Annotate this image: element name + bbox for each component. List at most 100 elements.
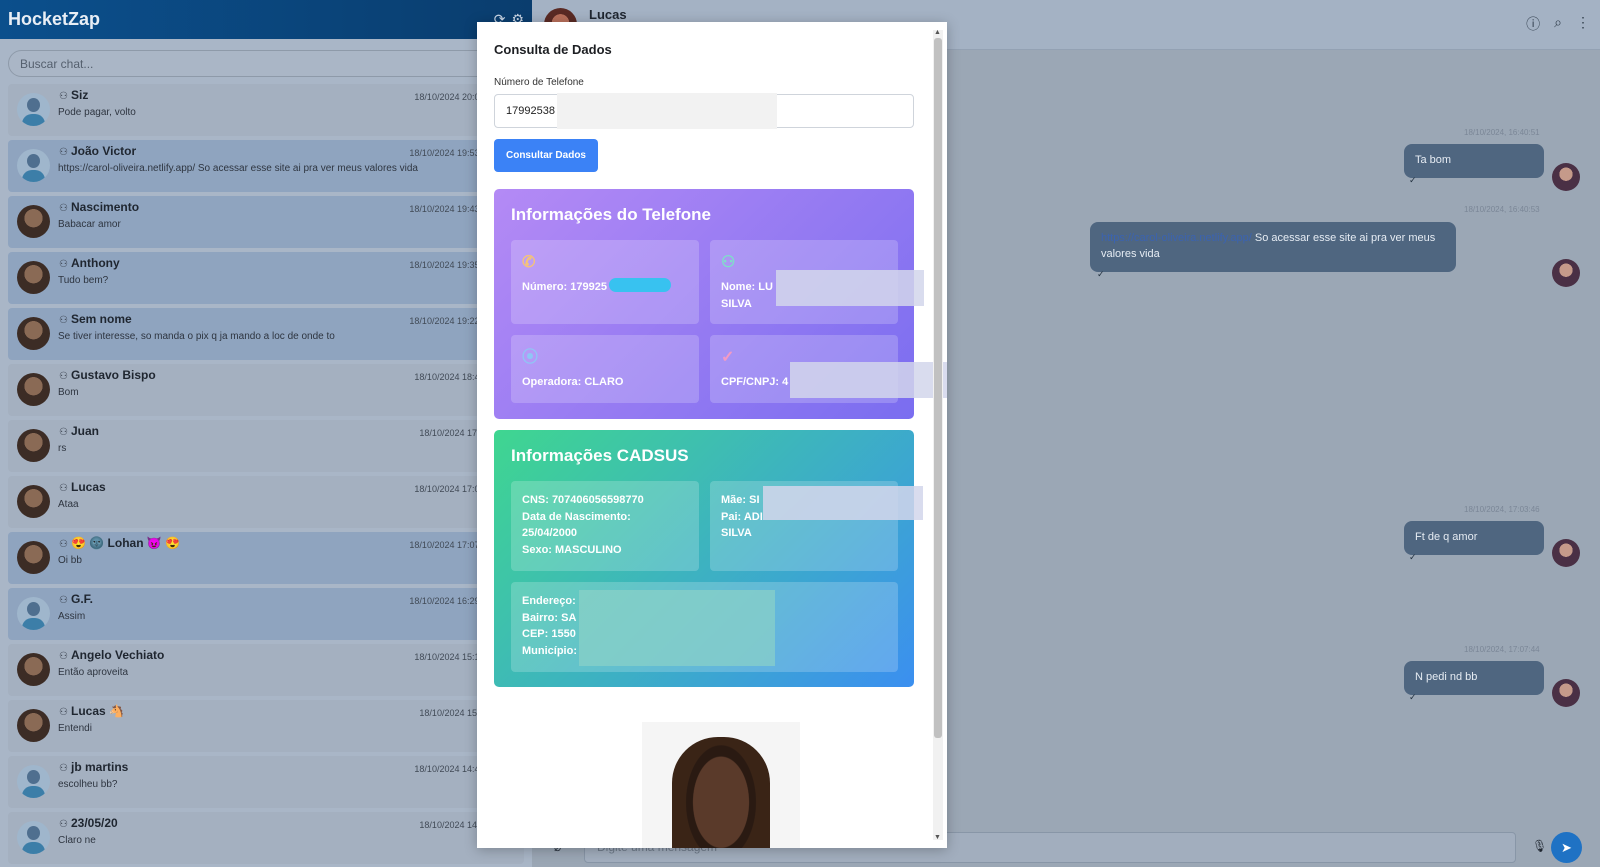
birth-date: 25/04/2000 xyxy=(522,527,578,539)
avatar xyxy=(17,541,50,574)
cadsus-info-card: Informações CADSUS CNS: 707406056598770 … xyxy=(494,430,923,687)
scroll-up-icon[interactable]: ▲ xyxy=(934,29,941,36)
chat-preview: Ataa xyxy=(58,499,79,510)
chat-preview: Pode pagar, volto xyxy=(58,107,136,118)
message-time: 18/10/2024, 17:03:46 xyxy=(1464,505,1540,514)
chat-list-item[interactable]: ⚇ Juan rs 18/10/2024 17:44: xyxy=(8,420,524,472)
avatar xyxy=(17,317,50,350)
avatar xyxy=(17,261,50,294)
message-time: 18/10/2024, 16:40:53 xyxy=(1464,205,1540,214)
check-icon: ✓ xyxy=(1097,269,1105,279)
chat-list-item[interactable]: ⚇ Lucas Ataa 18/10/2024 17:07:5 xyxy=(8,476,524,528)
chat-preview: rs xyxy=(58,443,67,454)
phone-icon: ✆ xyxy=(522,254,536,271)
message-link[interactable]: https://carol-oliveira.netlify.app/ xyxy=(1101,232,1252,244)
check-icon: ✓ xyxy=(1409,552,1417,562)
chat-name: Lucas xyxy=(71,480,106,494)
person-icon: ⚇ xyxy=(59,315,68,326)
contact-name: Lucas xyxy=(589,7,627,22)
person-icon: ⚇ xyxy=(59,483,68,494)
avatar xyxy=(17,93,50,126)
chat-list-item[interactable]: ⚇ Nascimento Babacar amor 18/10/2024 19:43:… xyxy=(8,196,526,248)
chat-preview: Assim xyxy=(58,611,86,622)
parents-tile: Mãe: SI Pai: ADI SILVA xyxy=(710,481,923,571)
person-icon: ⚇ xyxy=(59,763,68,774)
address-text: Endereço: xyxy=(522,595,576,607)
cadsus-person-tile: CNS: 707406056598770 Data de Nascimento:… xyxy=(511,481,699,571)
chat-preview: Babacar amor xyxy=(58,219,121,230)
avatar xyxy=(17,485,50,518)
chat-list-item[interactable]: ⚇ Siz Pode pagar, volto 18/10/2024 20:00:4 xyxy=(8,84,524,136)
chat-name: Anthony xyxy=(71,256,120,270)
avatar xyxy=(17,709,50,742)
consult-button[interactable]: Consultar Dados xyxy=(494,139,598,172)
phone-label: Número de Telefone xyxy=(494,77,584,88)
search-input[interactable]: Buscar chat... xyxy=(8,50,524,77)
name-tile: ⚇ Nome: LU SILVA xyxy=(710,240,924,324)
location-icon: ⦿ xyxy=(522,349,539,366)
carrier-text: Operadora: CLARO xyxy=(522,376,624,388)
chat-preview: escolheu bb? xyxy=(58,779,118,790)
chat-name: 😍 🌚 Lohan 😈 😍 xyxy=(71,536,181,550)
avatar xyxy=(17,765,50,798)
chat-list-item[interactable]: ⚇ Gustavo Bispo Bom 18/10/2024 18:40:3 xyxy=(8,364,524,416)
address-tile: Endereço: Bairro: SA CEP: 1550 Município… xyxy=(511,582,898,672)
chat-list-item[interactable]: ⚇ João Victor https://carol-oliveira.netli… xyxy=(8,140,526,192)
chat-name: 23/05/20 xyxy=(71,816,118,830)
person-icon: ⚇ xyxy=(59,259,68,270)
scrollbar-thumb[interactable] xyxy=(934,38,942,738)
message-avatar xyxy=(1552,163,1580,191)
message-bubble: Ft de q amor xyxy=(1404,521,1544,555)
chat-list-item[interactable]: ⚇ Angelo Vechiato Então aproveita 18/10/202… xyxy=(8,644,524,696)
chat-list-item[interactable]: ⚇G.F.Assim18/10/2024 16:29:181 xyxy=(8,588,526,640)
chat-preview: Bom xyxy=(58,387,79,398)
chat-preview: https://carol-oliveira.netlify.app/ So a… xyxy=(58,163,418,174)
cpf-tile: ✓ CPF/CNPJ: 4 xyxy=(710,335,947,403)
chat-list-item[interactable]: ⚇ Lucas 🐴 Entendi 18/10/2024 15:13: xyxy=(8,700,524,752)
avatar xyxy=(17,653,50,686)
person-icon: ⚇ xyxy=(59,651,68,662)
message-bubble: N pedi nd bb xyxy=(1404,661,1544,695)
send-button[interactable]: ➤ xyxy=(1551,832,1582,863)
person-icon: ⚇ xyxy=(59,91,68,102)
message-time: 18/10/2024, 17:07:44 xyxy=(1464,645,1540,654)
chat-preview: Então aproveita xyxy=(58,667,129,678)
person-photo xyxy=(642,722,800,848)
person-icon: ⚇ xyxy=(59,819,68,830)
scroll-down-icon[interactable]: ▼ xyxy=(934,834,941,841)
sidebar: HocketZap ⟳ ⚙ Buscar chat... ⚇ Siz Pode pa… xyxy=(0,0,532,867)
sidebar-header: HocketZap ⟳ ⚙ xyxy=(0,0,532,39)
header-actions: ⓘ ⌕ ⋮ xyxy=(1526,14,1590,34)
chat-name: G.F. xyxy=(71,592,94,606)
scribble-redaction xyxy=(609,278,671,292)
search-icon[interactable]: ⌕ xyxy=(1554,14,1562,34)
modal-content: Consulta de Dados Número de Telefone 179… xyxy=(494,22,947,848)
avatar xyxy=(17,205,50,238)
redaction-block xyxy=(557,93,777,129)
avatar xyxy=(17,821,50,854)
person-icon: ⚇ xyxy=(59,707,68,718)
modal-scrollbar[interactable]: ▲ ▼ xyxy=(933,29,943,841)
info-icon[interactable]: ⓘ xyxy=(1526,14,1540,34)
chat-list-item[interactable]: ⚇ 23/05/20 Claro ne 18/10/2024 14:45: xyxy=(8,812,524,864)
more-icon[interactable]: ⋮ xyxy=(1576,14,1590,34)
chat-name: Lucas 🐴 xyxy=(71,704,124,718)
redaction-block xyxy=(763,486,923,520)
chat-name: Siz xyxy=(71,88,89,102)
message-avatar xyxy=(1552,259,1580,287)
chat-list-item[interactable]: ⚇ Sem nome Se tiver interesse, so manda o … xyxy=(8,308,526,360)
microphone-icon[interactable]: 🎙 xyxy=(1532,839,1547,853)
avatar xyxy=(17,429,50,462)
city-text: Município: xyxy=(522,644,577,657)
cpf-text: CPF/CNPJ: 4 xyxy=(721,376,789,388)
chat-list-item[interactable]: ⚇ jb martins escolheu bb? 18/10/2024 14:49:… xyxy=(8,756,524,808)
person-icon: ⚇ xyxy=(59,371,68,382)
chat-list-item[interactable]: ⚇😍 🌚 Lohan 😈 😍Oi bb18/10/2024 17:07:441 xyxy=(8,532,526,584)
father-text: Pai: ADI xyxy=(721,510,763,523)
phone-input[interactable]: 17992538 xyxy=(494,93,914,129)
phone-card-title: Informações do Telefone xyxy=(511,205,711,224)
cns-text: CNS: 707406056598770 xyxy=(522,494,644,506)
chat-list-item[interactable]: ⚇AnthonyTudo bem?18/10/2024 19:35:331 xyxy=(8,252,526,304)
chat-preview: Se tiver interesse, so manda o pix q ja … xyxy=(58,331,335,342)
message-time: 18/10/2024, 16:40:51 xyxy=(1464,128,1540,137)
